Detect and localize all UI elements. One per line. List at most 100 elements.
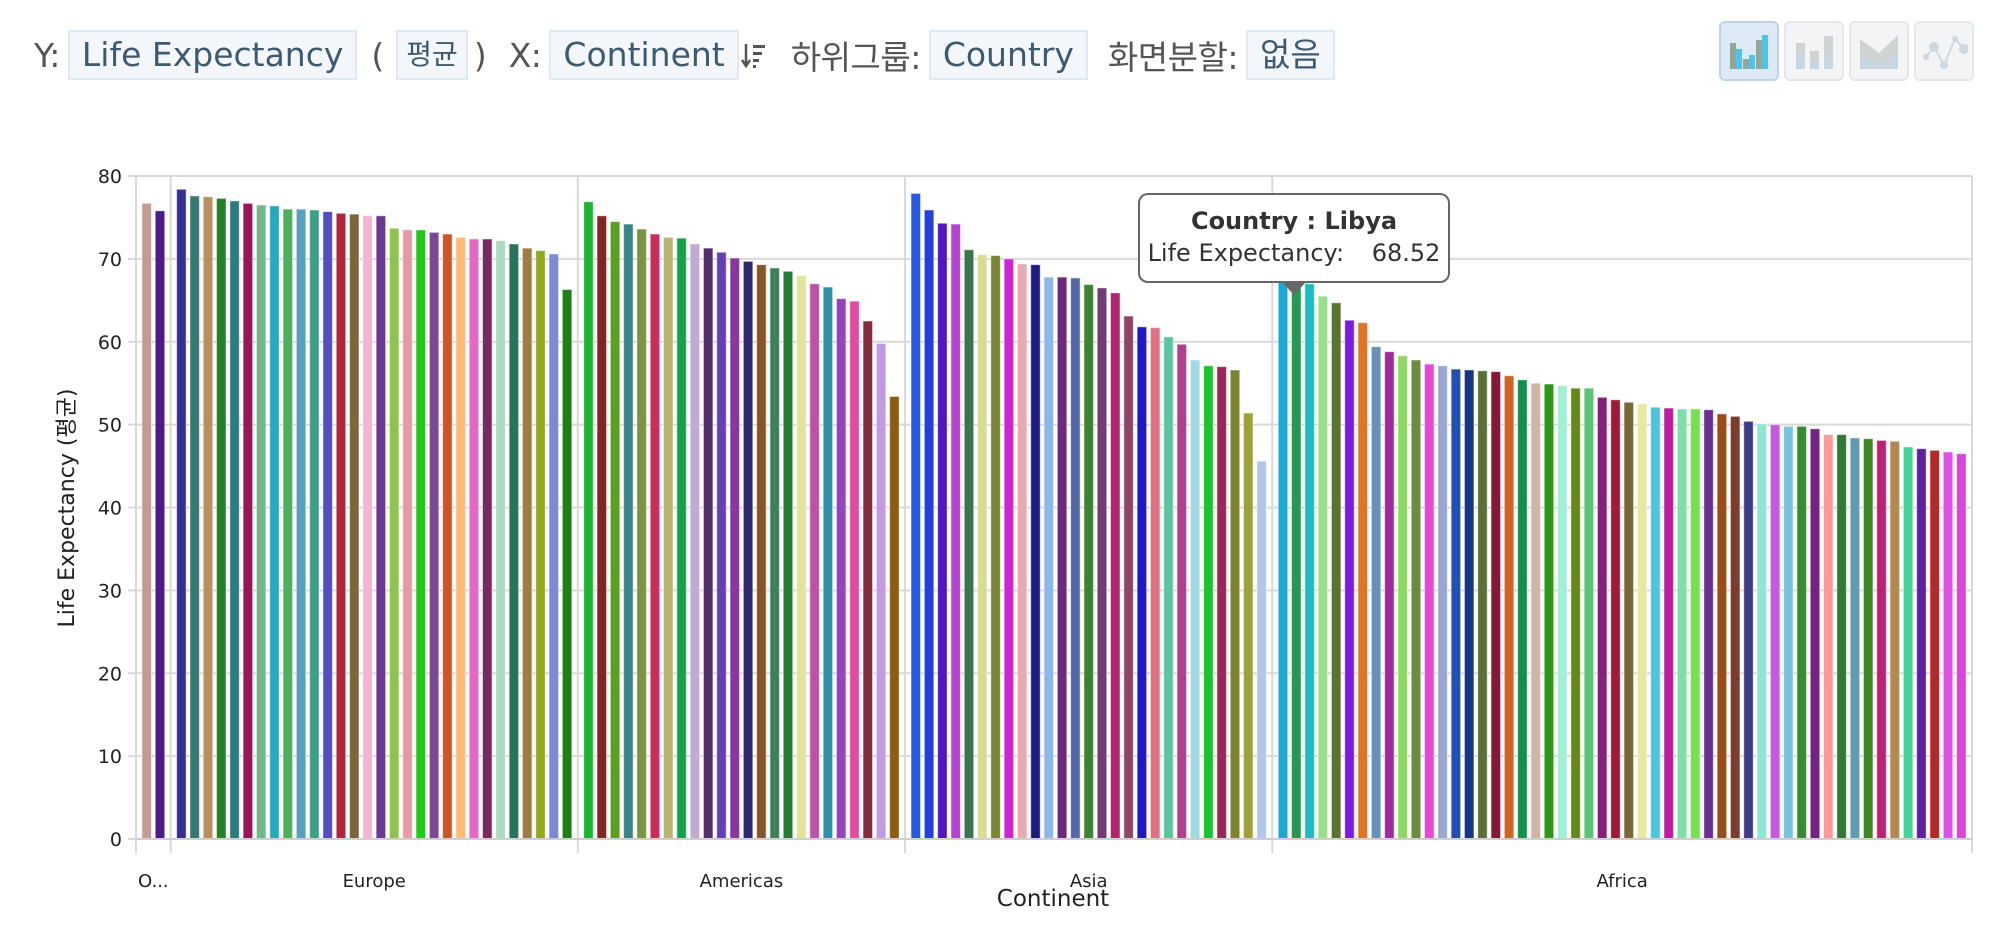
- bar[interactable]: [1370, 346, 1382, 840]
- bar[interactable]: [1463, 369, 1475, 840]
- bar[interactable]: [889, 395, 900, 840]
- bar[interactable]: [1796, 425, 1807, 840]
- bar[interactable]: [442, 233, 453, 840]
- bar[interactable]: [1256, 460, 1267, 840]
- bar[interactable]: [1450, 368, 1462, 840]
- bar[interactable]: [141, 202, 152, 840]
- bar[interactable]: [1163, 336, 1174, 840]
- bar[interactable]: [583, 201, 594, 840]
- bar[interactable]: [1716, 413, 1728, 840]
- bar[interactable]: [362, 215, 373, 840]
- bar[interactable]: [402, 229, 413, 840]
- bar[interactable]: [663, 236, 674, 840]
- bar[interactable]: [702, 247, 714, 840]
- bar[interactable]: [1557, 385, 1568, 840]
- bar[interactable]: [468, 238, 480, 840]
- bar[interactable]: [1543, 383, 1555, 840]
- bar[interactable]: [349, 213, 360, 840]
- bar[interactable]: [229, 200, 240, 840]
- bar[interactable]: [1083, 284, 1094, 840]
- bar[interactable]: [1384, 351, 1395, 840]
- bar[interactable]: [689, 243, 701, 840]
- bar[interactable]: [1344, 319, 1355, 840]
- bar[interactable]: [1530, 382, 1541, 840]
- bar[interactable]: [742, 260, 754, 840]
- bar[interactable]: [1756, 423, 1768, 840]
- bar[interactable]: [216, 197, 227, 840]
- bar[interactable]: [1570, 387, 1581, 840]
- bar[interactable]: [1030, 264, 1041, 840]
- bar[interactable]: [1216, 366, 1227, 840]
- bar[interactable]: [1123, 315, 1134, 840]
- bar[interactable]: [1729, 415, 1741, 840]
- bar[interactable]: [1189, 359, 1201, 840]
- bar[interactable]: [335, 212, 347, 840]
- bar[interactable]: [1836, 434, 1847, 840]
- bar[interactable]: [1490, 371, 1502, 840]
- bar[interactable]: [769, 267, 780, 840]
- bar[interactable]: [923, 209, 935, 840]
- bar[interactable]: [1503, 375, 1515, 840]
- bar[interactable]: [649, 233, 661, 840]
- bar[interactable]: [1397, 355, 1408, 840]
- bar[interactable]: [1942, 451, 1954, 840]
- bar[interactable]: [937, 222, 948, 840]
- bar[interactable]: [561, 289, 573, 840]
- bar[interactable]: [1149, 327, 1161, 840]
- bar[interactable]: [388, 227, 400, 840]
- bar[interactable]: [1743, 420, 1754, 840]
- bar[interactable]: [862, 320, 874, 840]
- bar[interactable]: [1902, 446, 1914, 840]
- bar[interactable]: [242, 202, 254, 840]
- bar[interactable]: [1317, 295, 1329, 840]
- bar[interactable]: [508, 243, 520, 840]
- bar[interactable]: [910, 192, 922, 840]
- bar[interactable]: [1003, 258, 1015, 840]
- bar[interactable]: [269, 205, 280, 840]
- bar[interactable]: [255, 204, 267, 840]
- bar[interactable]: [1330, 302, 1342, 840]
- bar[interactable]: [1823, 434, 1834, 840]
- bar[interactable]: [295, 208, 307, 840]
- bar[interactable]: [1849, 437, 1861, 840]
- bar[interactable]: [495, 240, 506, 840]
- bar[interactable]: [822, 286, 834, 840]
- bar[interactable]: [1517, 379, 1528, 840]
- bar[interactable]: [1277, 270, 1289, 840]
- bar[interactable]: [548, 253, 560, 840]
- bar[interactable]: [716, 251, 727, 840]
- bar[interactable]: [375, 215, 387, 840]
- bar[interactable]: [963, 249, 975, 840]
- bar[interactable]: [322, 211, 333, 840]
- bar[interactable]: [1424, 363, 1435, 840]
- bar[interactable]: [1929, 449, 1940, 840]
- bar[interactable]: [1809, 428, 1821, 840]
- bar[interactable]: [1876, 439, 1887, 840]
- bar[interactable]: [202, 196, 214, 840]
- bar[interactable]: [1043, 276, 1055, 840]
- bar[interactable]: [1070, 277, 1081, 840]
- bar[interactable]: [282, 208, 294, 840]
- bar[interactable]: [1583, 387, 1595, 840]
- bar[interactable]: [1410, 359, 1422, 840]
- bar[interactable]: [623, 223, 634, 840]
- bar[interactable]: [990, 255, 1001, 840]
- bar[interactable]: [1769, 424, 1781, 840]
- bar[interactable]: [1291, 274, 1302, 840]
- bar[interactable]: [835, 298, 847, 840]
- bar[interactable]: [1016, 263, 1028, 840]
- bar[interactable]: [535, 250, 546, 840]
- bar[interactable]: [154, 210, 166, 840]
- bar[interactable]: [1110, 292, 1121, 840]
- bar[interactable]: [1663, 407, 1674, 840]
- bar[interactable]: [521, 247, 533, 840]
- bar[interactable]: [849, 300, 860, 840]
- bar[interactable]: [1477, 370, 1488, 840]
- bar[interactable]: [1610, 399, 1621, 840]
- bar[interactable]: [1862, 438, 1874, 840]
- bar[interactable]: [977, 254, 988, 840]
- bar[interactable]: [1956, 453, 1967, 840]
- bar[interactable]: [1783, 425, 1794, 840]
- bar[interactable]: [1623, 401, 1635, 840]
- bar[interactable]: [309, 209, 320, 840]
